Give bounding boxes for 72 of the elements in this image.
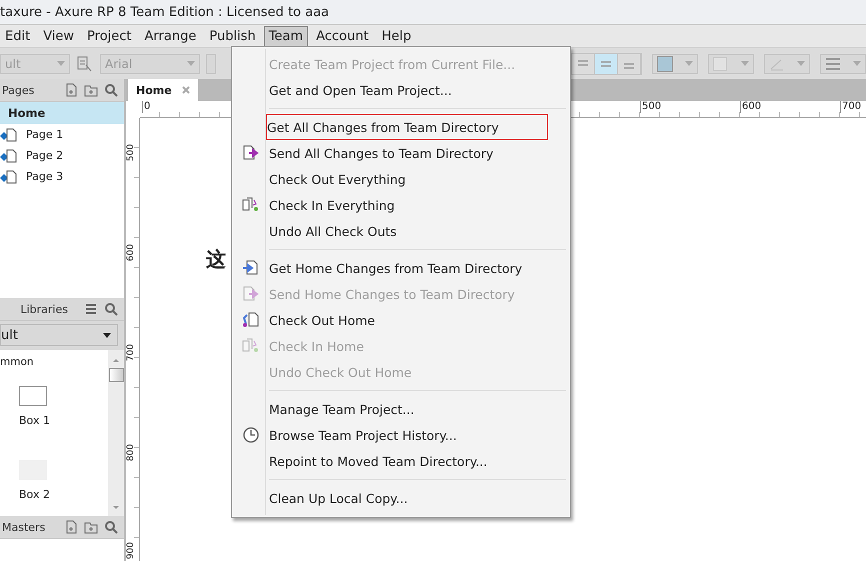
document-arrow-icon: [242, 312, 260, 328]
page-tab[interactable]: Home: [128, 79, 198, 101]
menu-item[interactable]: Check Out Home: [232, 307, 548, 333]
page-item[interactable]: Page 3: [26, 170, 64, 183]
align-button[interactable]: [595, 54, 618, 74]
documents-arrow-icon: [242, 338, 260, 354]
menu-item[interactable]: Check Out Everything: [232, 166, 548, 192]
library-dropdown[interactable]: ult: [0, 324, 118, 346]
ruler-label: 700: [840, 101, 862, 113]
document-arrow-icon: [242, 260, 260, 276]
widget-thumbnail[interactable]: [19, 386, 47, 406]
menu-item[interactable]: Project: [82, 26, 137, 46]
align-icon: [576, 58, 590, 68]
add-page-icon[interactable]: [64, 83, 78, 97]
widget-label: Box 2: [19, 488, 50, 501]
ruler-label: 500: [126, 144, 136, 162]
menu-item[interactable]: Browse Team Project History...: [232, 422, 548, 448]
shadow-dropdown[interactable]: [708, 54, 754, 74]
pen-icon: [769, 56, 785, 70]
lines-icon: [825, 56, 841, 70]
menu-item[interactable]: Team: [264, 26, 308, 46]
panel-title: Pages: [2, 84, 36, 96]
window-title: taxure - Axure RP 8 Team Edition : Licensed to aaa: [0, 4, 330, 20]
scrollbar[interactable]: [108, 350, 124, 516]
page-item[interactable]: Page 2: [26, 149, 64, 162]
format-painter-icon[interactable]: [76, 56, 94, 72]
group-label: mmon: [0, 355, 35, 370]
search-icon[interactable]: [104, 520, 118, 534]
documents-arrow-icon: [242, 197, 260, 213]
font-size-dropdown[interactable]: [206, 54, 216, 74]
canvas-text: 这: [206, 246, 226, 273]
document-arrow-icon: [242, 286, 260, 302]
menu-icon[interactable]: [84, 302, 98, 316]
panel-title: Masters: [2, 520, 46, 534]
ruler-label: 0: [142, 101, 150, 113]
line-style-dropdown[interactable]: [820, 54, 866, 74]
menu-item[interactable]: Account: [311, 26, 374, 46]
ruler-label: 600: [740, 101, 762, 113]
add-folder-icon[interactable]: [84, 520, 98, 534]
fill-color-dropdown[interactable]: [652, 54, 698, 74]
menu-item[interactable]: Get All Changes from Team Directory: [266, 114, 548, 140]
close-icon[interactable]: [182, 86, 190, 94]
menu-item[interactable]: Manage Team Project...: [232, 396, 548, 422]
menu-item[interactable]: Get and Open Team Project...: [232, 77, 548, 103]
menu-item[interactable]: View: [38, 26, 80, 46]
menu-item[interactable]: Help: [376, 26, 416, 46]
menu-item[interactable]: Arrange: [140, 26, 202, 46]
clock-icon: [242, 426, 260, 444]
ruler-label: 800: [126, 444, 136, 462]
ruler-label: 500: [640, 101, 662, 113]
menu-item[interactable]: Undo All Check Outs: [232, 218, 548, 244]
widget-label: Box 1: [19, 414, 50, 427]
menu-item[interactable]: Edit: [0, 26, 36, 46]
add-folder-icon[interactable]: [84, 83, 98, 97]
search-icon[interactable]: [104, 83, 118, 97]
align-icon: [599, 58, 613, 68]
page-item[interactable]: Home: [0, 102, 124, 124]
menu-item[interactable]: Publish: [204, 26, 261, 46]
page-item[interactable]: Page 1: [26, 128, 64, 141]
add-master-icon[interactable]: [64, 520, 78, 534]
ruler-label: 700: [126, 344, 136, 362]
search-icon[interactable]: [104, 302, 118, 316]
menu-item[interactable]: Repoint to Moved Team Directory...: [232, 448, 548, 474]
menu-item[interactable]: Send All Changes to Team Directory: [232, 140, 548, 166]
line-color-dropdown[interactable]: [764, 54, 810, 74]
menu-item[interactable]: Clean Up Local Copy...: [232, 485, 548, 511]
document-arrow-icon: [242, 145, 260, 161]
panel-title: Libraries: [19, 302, 69, 316]
ruler-label: 900: [126, 542, 136, 560]
menu-item[interactable]: Get Home Changes from Team Directory: [232, 255, 548, 281]
menu-item[interactable]: Check In Everything: [232, 192, 548, 218]
ruler-label: 600: [126, 244, 136, 262]
